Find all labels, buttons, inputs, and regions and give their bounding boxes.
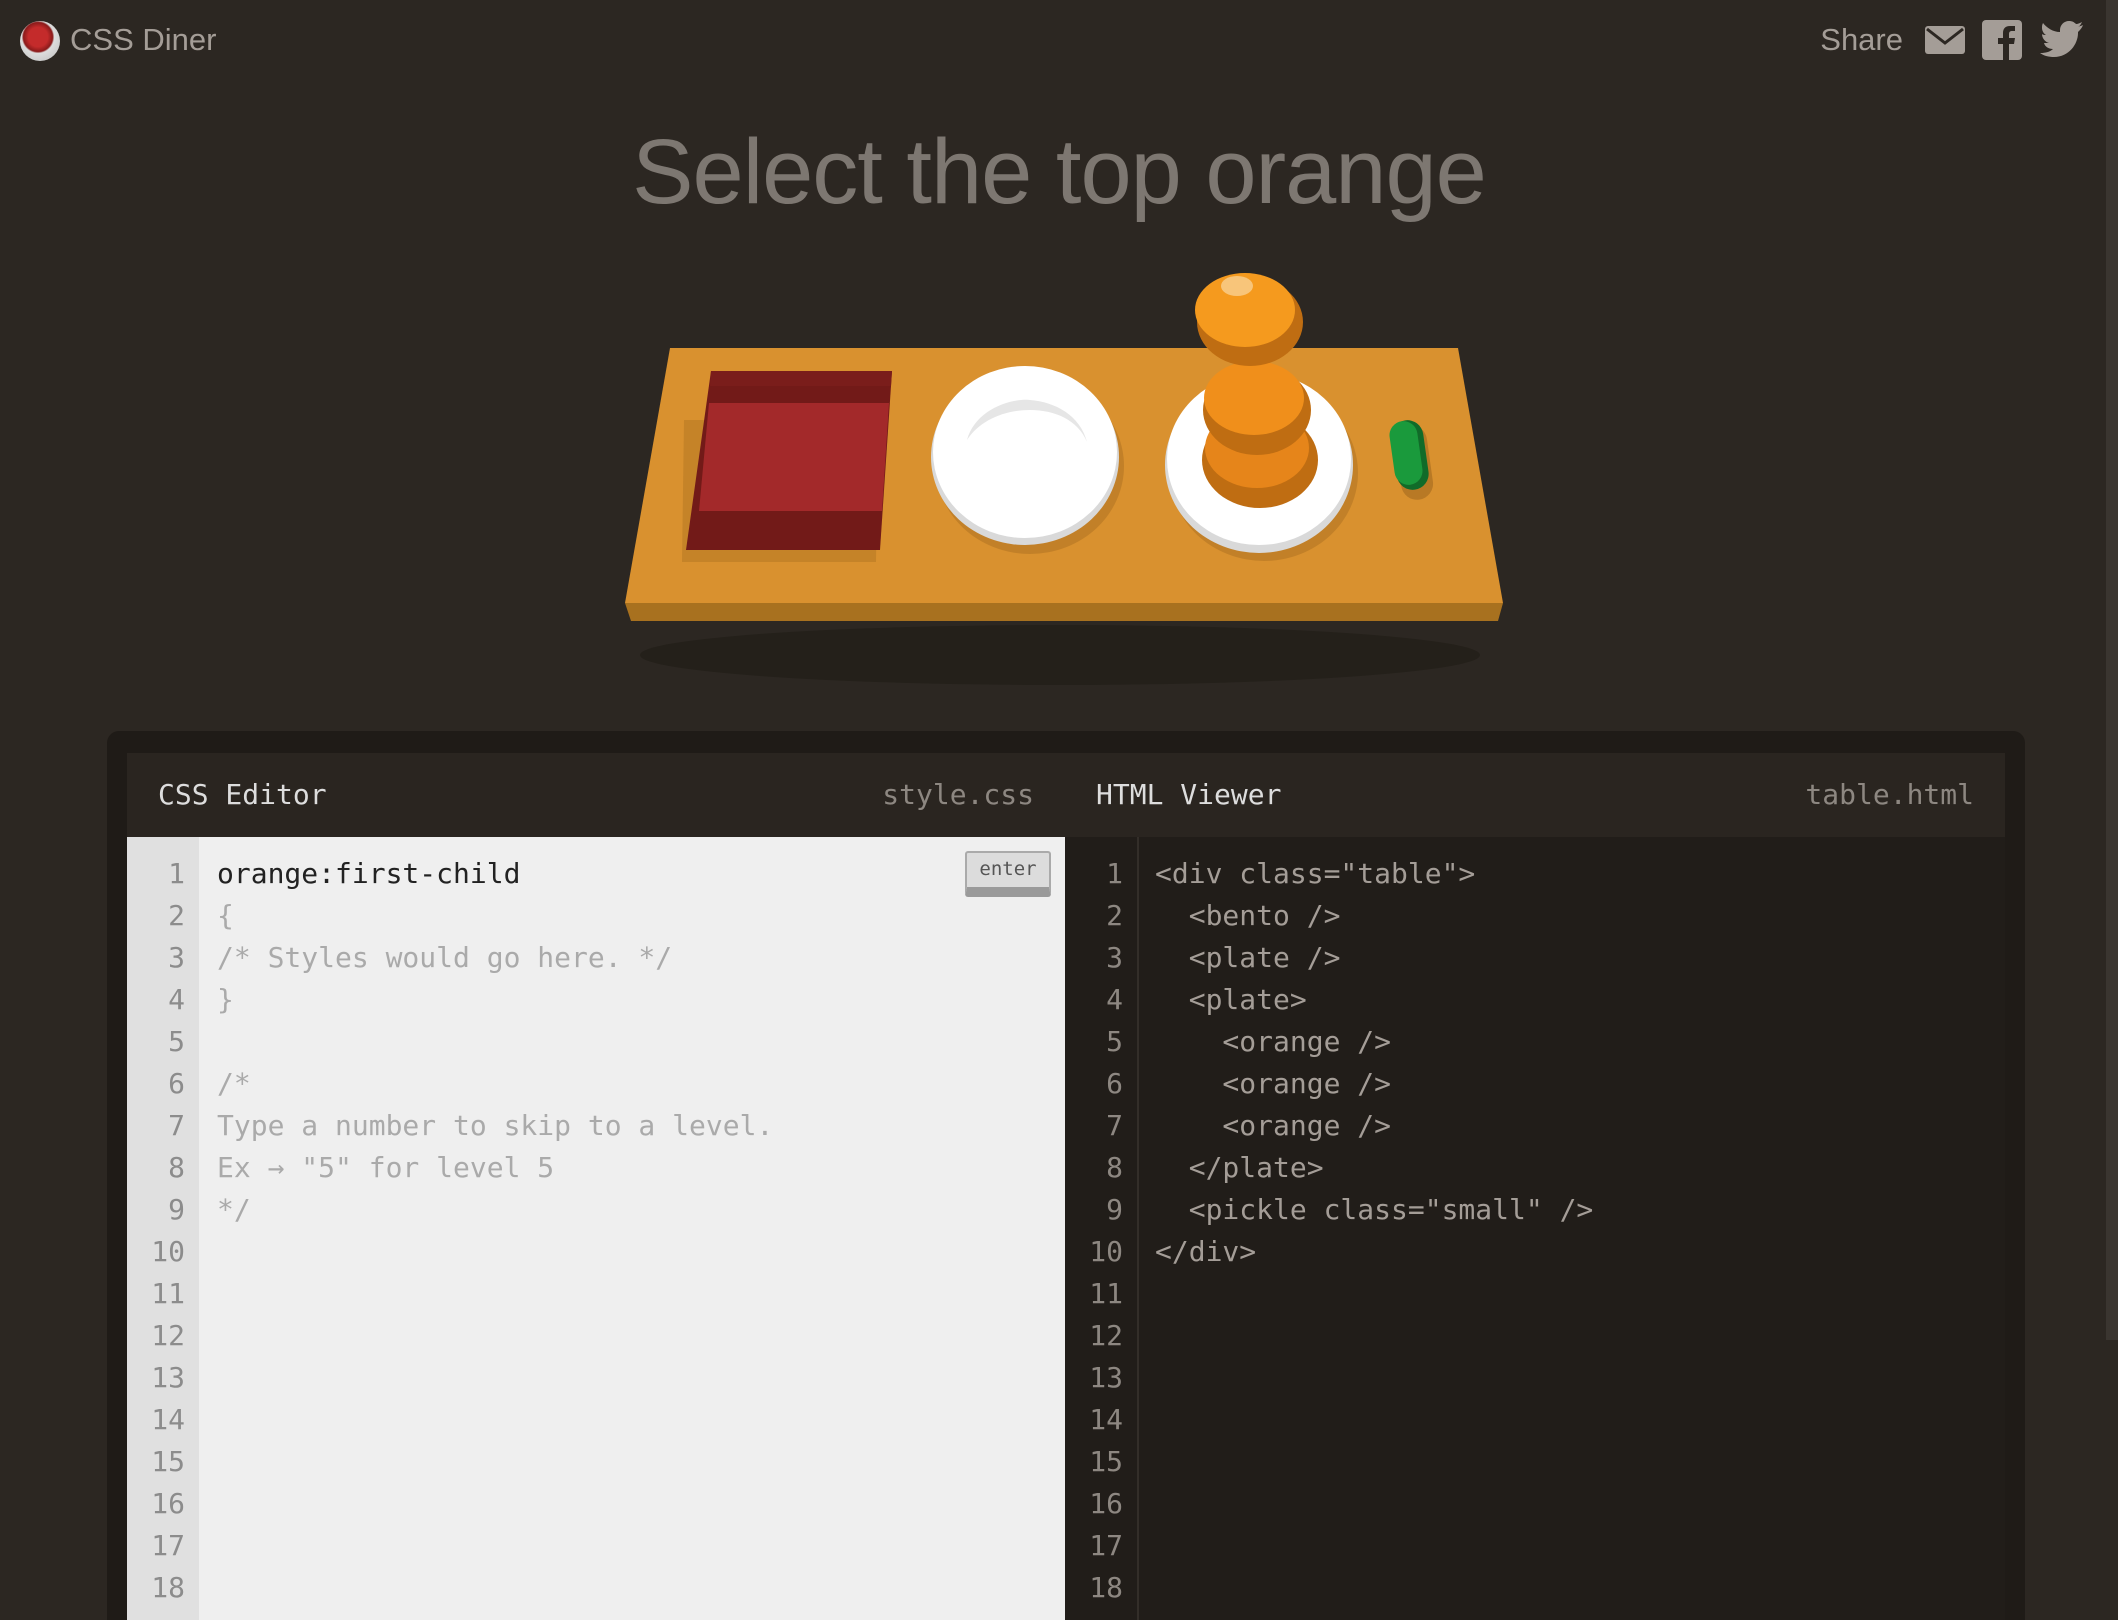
- html-line[interactable]: </plate>: [1155, 1151, 1324, 1184]
- line-number: 15: [1089, 1445, 1123, 1478]
- code-line: /* Styles would go here. */: [217, 941, 673, 974]
- logo-icon[interactable]: [20, 21, 60, 61]
- line-number: 16: [151, 1487, 185, 1520]
- logo-text[interactable]: CSS Diner: [70, 22, 216, 58]
- html-line[interactable]: <orange />: [1155, 1109, 1391, 1142]
- html-line[interactable]: <pickle class="small" />: [1155, 1193, 1594, 1226]
- line-number: 13: [1089, 1361, 1123, 1394]
- html-line-gutter: 1 2 3 4 5 6 7 8 9 10 11 12 13 14 15 16 1…: [1065, 837, 1139, 1620]
- html-line[interactable]: </div>: [1155, 1235, 1256, 1268]
- line-number: 5: [1106, 1025, 1123, 1058]
- line-number: 14: [151, 1403, 185, 1436]
- line-number: 5: [168, 1025, 185, 1058]
- html-line[interactable]: <orange />: [1155, 1067, 1391, 1100]
- bento[interactable]: [682, 371, 892, 562]
- line-number: 9: [1106, 1193, 1123, 1226]
- line-number: 18: [1089, 1571, 1123, 1604]
- line-number: 13: [151, 1361, 185, 1394]
- line-number: 2: [1106, 899, 1123, 932]
- line-number: 7: [168, 1109, 185, 1142]
- html-viewer: HTML Viewer table.html 1 2 3 4 5 6 7 8 9…: [1065, 753, 2005, 1620]
- code-line: Type a number to skip to a level.: [217, 1109, 774, 1142]
- line-number: 3: [1106, 941, 1123, 974]
- html-viewer-header: HTML Viewer table.html: [1065, 753, 2005, 837]
- html-viewer-filename: table.html: [1805, 778, 1974, 811]
- line-number: 11: [151, 1277, 185, 1310]
- line-number: 12: [151, 1319, 185, 1352]
- html-line[interactable]: <plate>: [1155, 983, 1307, 1016]
- html-line[interactable]: <bento />: [1155, 899, 1341, 932]
- html-viewer-body: 1 2 3 4 5 6 7 8 9 10 11 12 13 14 15 16 1…: [1065, 837, 2005, 1620]
- css-editor-title: CSS Editor: [158, 778, 327, 811]
- code-line: */: [217, 1193, 251, 1226]
- code-line: Ex → "5" for level 5: [217, 1151, 555, 1184]
- line-number: 4: [1106, 983, 1123, 1016]
- line-number: 10: [151, 1235, 185, 1268]
- code-line: {: [217, 899, 234, 932]
- line-number: 6: [1106, 1067, 1123, 1100]
- line-number: 8: [1106, 1151, 1123, 1184]
- css-editor-header: CSS Editor style.css: [127, 753, 1065, 837]
- line-number: 8: [168, 1151, 185, 1184]
- html-viewer-title: HTML Viewer: [1096, 778, 1282, 811]
- line-number: 1: [1106, 857, 1123, 890]
- css-editor-filename: style.css: [882, 778, 1034, 811]
- line-number: 3: [168, 941, 185, 974]
- line-number: 4: [168, 983, 185, 1016]
- top-bar: CSS Diner Share: [0, 0, 2118, 80]
- line-number: 17: [1089, 1529, 1123, 1562]
- facebook-icon[interactable]: [1982, 20, 2022, 60]
- css-line-gutter: 1 2 3 4 5 6 7 8 9 10 11 12 13 14 15 16 1…: [127, 837, 199, 1620]
- line-number: 16: [1089, 1487, 1123, 1520]
- line-number: 1: [168, 857, 185, 890]
- editor-area: CSS Editor style.css 1 2 3 4 5 6 7 8 9 1…: [107, 731, 2025, 1620]
- html-line[interactable]: <plate />: [1155, 941, 1341, 974]
- enter-button[interactable]: enter: [965, 851, 1051, 897]
- share-label: Share: [1820, 22, 1903, 57]
- line-number: 9: [168, 1193, 185, 1226]
- css-selector-input[interactable]: orange:first-child: [217, 857, 520, 890]
- code-line: /*: [217, 1067, 251, 1100]
- line-number: 15: [151, 1445, 185, 1478]
- code-line: }: [217, 983, 234, 1016]
- level-instruction: Select the top orange: [632, 121, 1487, 223]
- mail-icon[interactable]: [1925, 24, 1965, 56]
- line-number: 2: [168, 899, 185, 932]
- html-line[interactable]: <div class="table">: [1155, 857, 1475, 890]
- plate-with-oranges[interactable]: [1165, 273, 1358, 561]
- dining-table-scene: [625, 273, 1503, 685]
- css-editor: CSS Editor style.css 1 2 3 4 5 6 7 8 9 1…: [127, 753, 1065, 1620]
- twitter-icon[interactable]: [2040, 20, 2084, 60]
- line-number: 14: [1089, 1403, 1123, 1436]
- line-number: 10: [1089, 1235, 1123, 1268]
- line-number: 7: [1106, 1109, 1123, 1142]
- line-number: 12: [1089, 1319, 1123, 1352]
- line-number: 6: [168, 1067, 185, 1100]
- css-editor-body[interactable]: 1 2 3 4 5 6 7 8 9 10 11 12 13 14 15 16 1…: [127, 837, 1065, 1620]
- line-number: 17: [151, 1529, 185, 1562]
- line-number: 11: [1089, 1277, 1123, 1310]
- line-number: 18: [151, 1571, 185, 1604]
- html-line[interactable]: <orange />: [1155, 1025, 1391, 1058]
